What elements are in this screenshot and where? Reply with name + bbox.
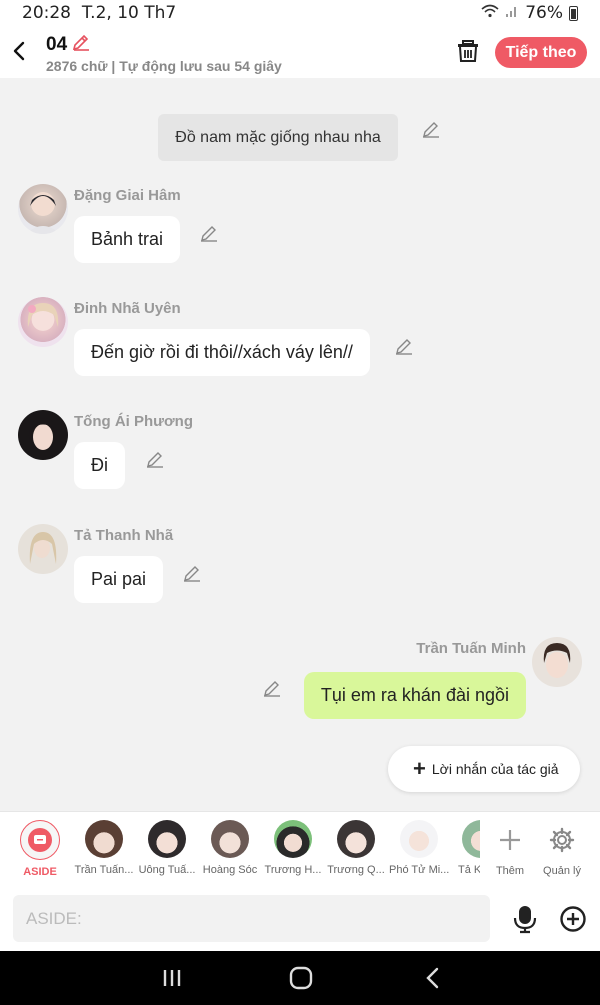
add-character-button[interactable]: Thêm xyxy=(485,820,535,877)
trash-icon xyxy=(458,40,478,62)
author-note-button[interactable]: + Lời nhắn của tác giả xyxy=(388,746,580,792)
add-character-label: Thêm xyxy=(495,865,525,877)
avatar xyxy=(148,820,186,858)
edit-icon[interactable] xyxy=(263,679,281,697)
aside-icon xyxy=(20,820,60,860)
edit-icon[interactable] xyxy=(395,337,413,355)
status-icons: 76% xyxy=(481,3,578,23)
signal-icon xyxy=(505,3,519,23)
avatar xyxy=(337,820,375,858)
character-label: Trần Tuấn... xyxy=(74,864,134,876)
recent-apps-icon xyxy=(163,970,181,986)
message-bubble[interactable]: Đi xyxy=(74,442,125,489)
message-bubble[interactable]: Pai pai xyxy=(74,556,164,603)
character-label: Tả K xyxy=(458,864,480,876)
battery-percent: 76% xyxy=(525,3,563,23)
avatar xyxy=(400,820,438,858)
character-item[interactable]: Trương Q... xyxy=(326,820,386,876)
back-button[interactable] xyxy=(8,38,32,64)
gear-icon xyxy=(537,820,587,860)
aside-tab[interactable]: ASIDE xyxy=(10,820,70,878)
manage-label: Quản lý xyxy=(543,865,581,877)
delete-button[interactable] xyxy=(455,38,481,64)
chapter-title: 04 xyxy=(46,34,68,55)
add-button[interactable] xyxy=(559,905,587,933)
page-title[interactable]: 04 xyxy=(46,32,91,58)
narration-bubble[interactable]: Đồ nam mặc giống nhau nha xyxy=(158,114,398,161)
avatar[interactable] xyxy=(18,524,68,574)
recent-apps-button[interactable] xyxy=(157,966,187,990)
character-item[interactable]: Trương H... xyxy=(263,820,323,876)
header: 04 2876 chữ | Tự động lưu sau 54 giây Ti… xyxy=(0,26,600,78)
character-label: Trương Q... xyxy=(327,864,385,876)
edit-icon[interactable] xyxy=(422,120,440,138)
avatar[interactable] xyxy=(18,297,68,347)
edit-icon[interactable] xyxy=(146,450,164,468)
message-bubble[interactable]: Bảnh trai xyxy=(74,216,181,263)
character-item[interactable]: Uông Tuấ... xyxy=(137,820,197,876)
manage-button[interactable]: Quản lý xyxy=(537,820,587,877)
chevron-left-icon xyxy=(13,41,25,61)
microphone-icon xyxy=(513,906,537,934)
edit-icon[interactable] xyxy=(183,564,201,582)
avatar[interactable] xyxy=(18,184,68,234)
avatar xyxy=(274,820,312,858)
message-bubble[interactable]: Đến giờ rồi đi thôi//xách váy lên// xyxy=(74,329,370,376)
system-nav-bar xyxy=(0,951,600,1005)
character-name: Đinh Nhã Uyên xyxy=(74,300,181,317)
message-input[interactable] xyxy=(13,895,490,942)
plus-icon: + xyxy=(413,756,426,781)
status-time: 20:28 T.2, 10 Th7 xyxy=(22,3,177,23)
character-name: Đặng Giai Hâm xyxy=(74,187,181,204)
home-button[interactable] xyxy=(286,966,316,990)
character-label: Trương H... xyxy=(264,864,322,876)
back-nav-button[interactable] xyxy=(418,966,448,990)
aside-label: ASIDE xyxy=(23,866,57,878)
chat-area[interactable]: Đồ nam mặc giống nhau nha Đặng Giai Hâm … xyxy=(0,78,600,811)
plus-icon xyxy=(485,820,535,860)
character-item[interactable]: Trần Tuấn... xyxy=(74,820,134,876)
avatar xyxy=(462,820,480,858)
character-name: Tống Ái Phương xyxy=(74,413,194,430)
edit-icon[interactable] xyxy=(200,224,218,242)
character-item[interactable]: Tả K xyxy=(440,820,480,876)
battery-icon xyxy=(569,5,578,21)
home-icon xyxy=(289,966,313,990)
character-name: Trần Tuấn Minh xyxy=(416,640,526,657)
plus-circle-icon xyxy=(560,906,586,932)
character-name: Tả Thanh Nhã xyxy=(74,527,174,544)
character-label: Hoàng Sóc xyxy=(202,864,258,876)
author-note-label: Lời nhắn của tác giả xyxy=(431,761,559,777)
avatar[interactable] xyxy=(18,410,68,460)
avatar xyxy=(85,820,123,858)
pencil-icon[interactable] xyxy=(71,32,91,58)
wifi-icon xyxy=(481,3,499,23)
microphone-button[interactable] xyxy=(511,904,539,934)
avatar xyxy=(211,820,249,858)
character-item[interactable]: Hoàng Sóc xyxy=(200,820,260,876)
next-button[interactable]: Tiếp theo xyxy=(495,37,587,68)
word-count-autosave: 2876 chữ | Tự động lưu sau 54 giây xyxy=(46,58,282,74)
back-icon xyxy=(426,967,439,989)
input-row xyxy=(0,886,600,951)
character-bar[interactable]: ASIDE Trần Tuấn... Uông Tuấ... Hoàng Sóc… xyxy=(0,811,600,886)
my-message-bubble[interactable]: Tụi em ra khán đài ngồi xyxy=(303,672,526,719)
character-label: Uông Tuấ... xyxy=(138,864,196,876)
status-bar: 20:28 T.2, 10 Th7 76% xyxy=(0,0,600,26)
avatar[interactable] xyxy=(532,637,582,687)
